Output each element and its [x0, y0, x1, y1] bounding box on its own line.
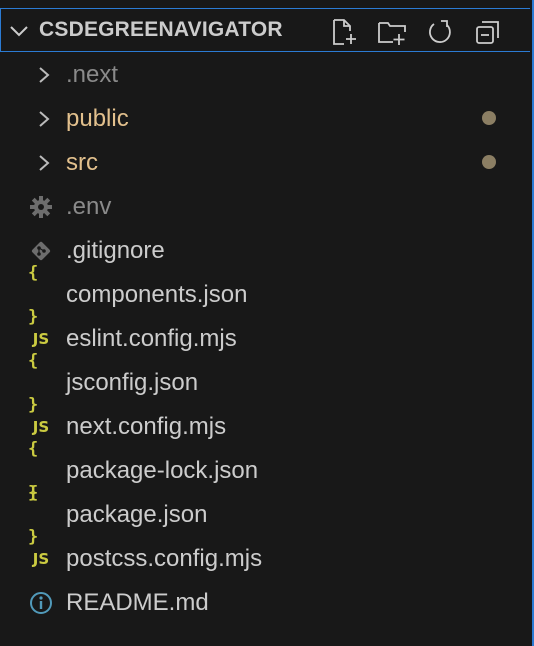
tree-item-jsconfig-json[interactable]: { } jsconfig.json	[0, 351, 530, 415]
chevron-right-icon	[39, 67, 50, 83]
tree-item-label: postcss.config.mjs	[66, 545, 263, 572]
new-folder-icon[interactable]	[377, 17, 407, 47]
tree-item-eslint-config[interactable]: JS eslint.config.mjs	[0, 317, 530, 361]
gear-icon	[28, 194, 54, 220]
tree-item-label: package.json	[66, 501, 208, 528]
tree-item-label: next.config.mjs	[66, 413, 227, 440]
tree-item-label: components.json	[66, 281, 248, 308]
tree-item-package-json[interactable]: { } package.json	[0, 483, 530, 547]
tree-item-label: .gitignore	[66, 237, 165, 264]
info-icon	[28, 590, 54, 616]
tree-item-env-file[interactable]: .env	[0, 185, 530, 229]
tree-item-label: .env	[66, 193, 112, 220]
new-file-icon[interactable]	[329, 17, 359, 47]
tree-item-label: .next	[66, 61, 119, 88]
chevron-right-icon	[39, 111, 50, 127]
explorer-header[interactable]: CSDEGREENAVIGATOR	[0, 8, 530, 52]
tree-item-label: jsconfig.json	[66, 369, 199, 396]
tree-item-readme-md[interactable]: README.md	[0, 581, 530, 625]
tree-item-public-folder[interactable]: public	[0, 97, 530, 141]
tree-item-next-folder[interactable]: .next	[0, 53, 530, 97]
tree-item-postcss-config[interactable]: JS postcss.config.mjs	[0, 537, 530, 581]
tree-item-components-json[interactable]: { } components.json	[0, 263, 530, 327]
json-icon: { }	[28, 263, 38, 327]
tree-item-next-config[interactable]: JS next.config.mjs	[0, 405, 530, 449]
json-icon: { }	[28, 351, 38, 415]
file-explorer: CSDEGREENAVIGATOR .next public src .env …	[0, 0, 534, 646]
tree-item-label: eslint.config.mjs	[66, 325, 237, 352]
tree-item-package-lock-json[interactable]: { } package-lock.json	[0, 439, 530, 503]
tree-item-label: package-lock.json	[66, 457, 259, 484]
tree-item-label: public	[66, 105, 129, 132]
modified-dot	[482, 155, 496, 169]
json-icon: { }	[28, 483, 38, 547]
refresh-icon[interactable]	[425, 17, 455, 47]
chevron-right-icon	[39, 155, 50, 171]
tree-item-gitignore-file[interactable]: .gitignore	[0, 229, 530, 273]
tree-item-label: README.md	[66, 589, 209, 616]
tree-item-src-folder[interactable]: src	[0, 141, 530, 185]
modified-dot	[482, 111, 496, 125]
chevron-down-icon[interactable]	[7, 19, 31, 43]
explorer-title: CSDEGREENAVIGATOR	[39, 18, 283, 41]
collapse-all-icon[interactable]	[473, 17, 503, 47]
tree-item-label: src	[66, 149, 98, 176]
js-icon: JS	[32, 550, 50, 568]
